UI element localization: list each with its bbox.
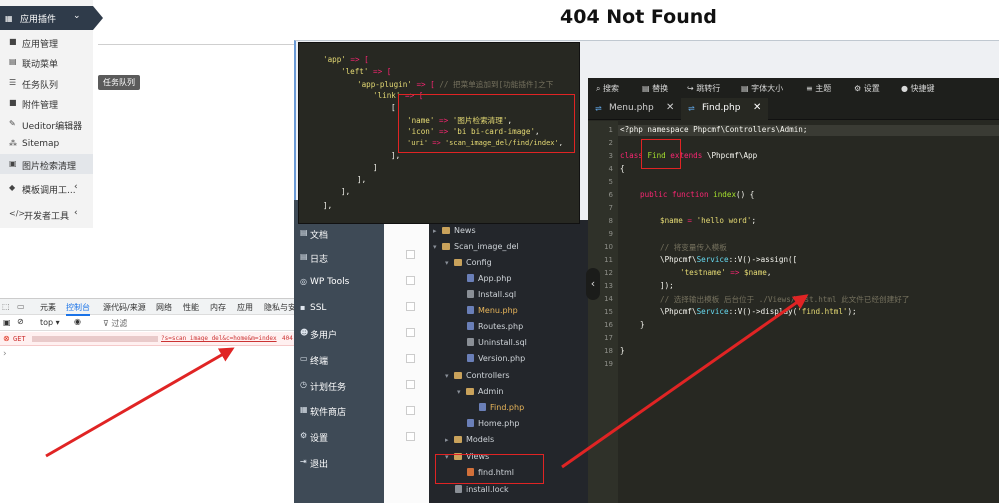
annotation-arrows — [45, 294, 809, 469]
arrow-to-display-call — [561, 294, 809, 469]
arrow-to-error-url — [45, 347, 235, 458]
